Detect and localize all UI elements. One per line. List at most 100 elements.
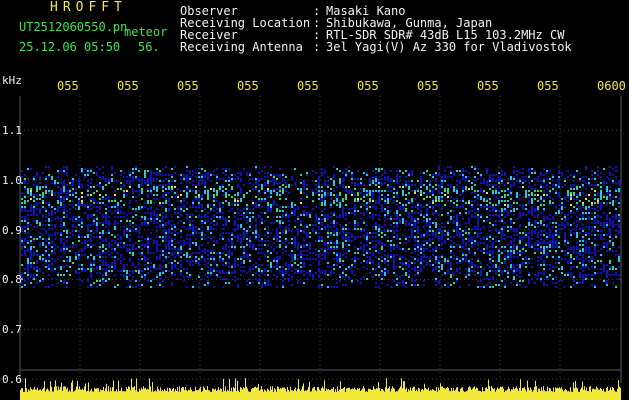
heatmap-cell [591, 266, 593, 268]
heatmap-cell [102, 224, 104, 226]
heatmap-cell [528, 186, 530, 188]
heatmap-cell [288, 216, 290, 218]
heatmap-cell [570, 266, 572, 268]
heatmap-cell [372, 206, 374, 208]
heatmap-cell [525, 196, 527, 198]
heatmap-cell [507, 250, 509, 252]
heatmap-cell [144, 182, 146, 184]
heatmap-cell [459, 244, 461, 246]
heatmap-cell [534, 248, 536, 250]
heatmap-cell [279, 186, 281, 188]
heatmap-cell [363, 172, 365, 174]
heatmap-cell [231, 234, 233, 236]
heatmap-cell [456, 258, 458, 260]
heatmap-cell [171, 274, 173, 276]
heatmap-cell [174, 230, 176, 232]
heatmap-cell [315, 232, 317, 234]
heatmap-cell [279, 216, 281, 218]
heatmap-cell [120, 274, 122, 276]
heatmap-cell [27, 240, 29, 242]
heatmap-cell [489, 206, 491, 208]
heatmap-cell [543, 260, 545, 262]
heatmap-cell [420, 270, 422, 272]
heatmap-cell [213, 214, 215, 216]
heatmap-cell [348, 244, 350, 246]
heatmap-cell [519, 198, 521, 200]
heatmap-cell [483, 248, 485, 250]
heatmap-cell [375, 282, 377, 284]
heatmap-cell [126, 214, 128, 216]
heatmap-cell [267, 250, 269, 252]
heatmap-cell [477, 266, 479, 268]
heatmap-cell [585, 252, 587, 254]
heatmap-cell [534, 170, 536, 172]
heatmap-cell [249, 190, 251, 192]
heatmap-cell [579, 244, 581, 246]
heatmap-cell [570, 286, 572, 288]
heatmap-cell [108, 224, 110, 226]
heatmap-cell [450, 196, 452, 198]
heatmap-cell [447, 232, 449, 234]
heatmap-cell [396, 222, 398, 224]
heatmap-cell [297, 218, 299, 220]
heatmap-cell [66, 232, 68, 234]
heatmap-cell [210, 238, 212, 240]
heatmap-cell [477, 172, 479, 174]
heatmap-cell [273, 200, 275, 202]
heatmap-cell [543, 262, 545, 264]
heatmap-cell [144, 256, 146, 258]
heatmap-cell [33, 226, 35, 228]
heatmap-cell [207, 198, 209, 200]
heatmap-cell [123, 226, 125, 228]
heatmap-cell [543, 190, 545, 192]
heatmap-cell [162, 266, 164, 268]
heatmap-cell [303, 264, 305, 266]
heatmap-cell [33, 176, 35, 178]
heatmap-cell [222, 236, 224, 238]
heatmap-cell [486, 184, 488, 186]
heatmap-cell [45, 220, 47, 222]
heatmap-cell [72, 218, 74, 220]
heatmap-cell [267, 188, 269, 190]
heatmap-cell [228, 252, 230, 254]
heatmap-cell [582, 276, 584, 278]
heatmap-cell [243, 254, 245, 256]
heatmap-cell [510, 178, 512, 180]
heatmap-cell [240, 270, 242, 272]
heatmap-cell [330, 212, 332, 214]
heatmap-cell [264, 268, 266, 270]
heatmap-cell [135, 286, 137, 288]
heatmap-cell [489, 214, 491, 216]
heatmap-cell [276, 236, 278, 238]
heatmap-cell [267, 202, 269, 204]
heatmap-cell [414, 240, 416, 242]
heatmap-cell [411, 210, 413, 212]
heatmap-cell [483, 226, 485, 228]
heatmap-cell [396, 234, 398, 236]
heatmap-cell [144, 220, 146, 222]
heatmap-cell [492, 242, 494, 244]
heatmap-cell [279, 232, 281, 234]
heatmap-cell [345, 186, 347, 188]
heatmap-cell [306, 250, 308, 252]
heatmap-cell [225, 262, 227, 264]
heatmap-cell [66, 192, 68, 194]
heatmap-cell [534, 190, 536, 192]
heatmap-cell [477, 218, 479, 220]
heatmap-cell [183, 276, 185, 278]
heatmap-cell [555, 252, 557, 254]
heatmap-cell [204, 214, 206, 216]
heatmap-cell [135, 208, 137, 210]
heatmap-cell [444, 180, 446, 182]
heatmap-cell [147, 242, 149, 244]
heatmap-cell [99, 242, 101, 244]
heatmap-cell [387, 190, 389, 192]
heatmap-cell [603, 234, 605, 236]
heatmap-cell [393, 246, 395, 248]
heatmap-cell [309, 242, 311, 244]
heatmap-cell [66, 256, 68, 258]
heatmap-cell [492, 252, 494, 254]
heatmap-cell [183, 200, 185, 202]
heatmap-cell [162, 194, 164, 196]
heatmap-cell [333, 264, 335, 266]
